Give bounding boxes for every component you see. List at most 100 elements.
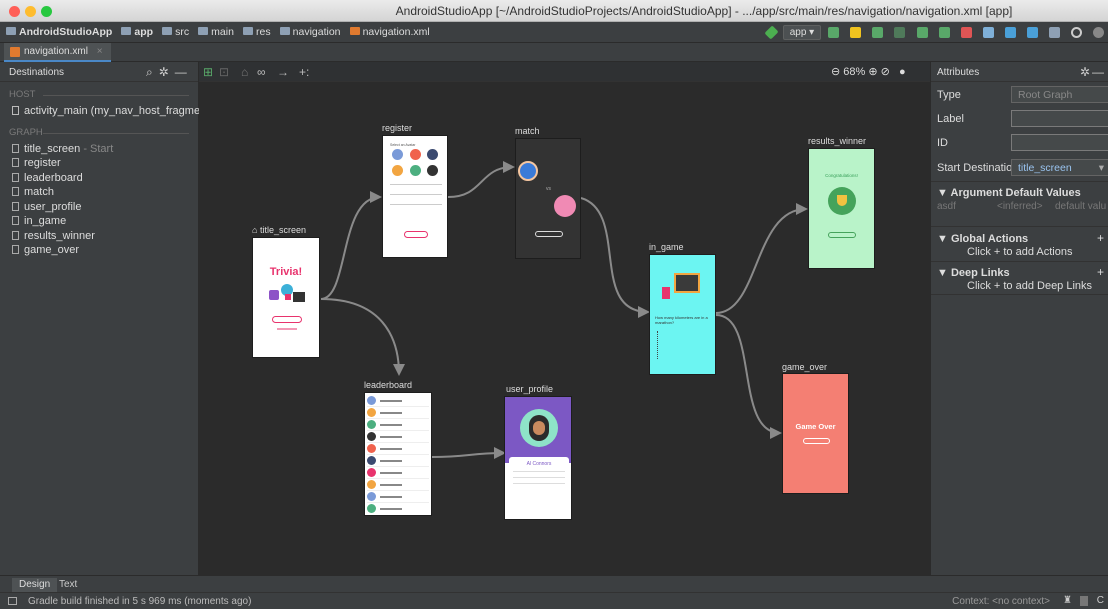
destination-leaderboard[interactable] <box>364 392 432 516</box>
minimize-icon[interactable]: — <box>1092 65 1104 79</box>
destination-results-winner[interactable]: Congratulations! <box>808 148 875 269</box>
answer-options <box>657 331 661 359</box>
xml-file-icon <box>10 47 20 57</box>
destination-register[interactable]: Select an Avatar <box>382 135 448 258</box>
tab-design[interactable]: Design <box>12 578 58 593</box>
breadcrumb-project[interactable]: AndroidStudioApp <box>6 26 112 38</box>
destination-item-results-winner[interactable]: results_winner <box>0 229 198 244</box>
destination-item-match[interactable]: match <box>0 185 198 200</box>
add-global-action-button[interactable]: + <box>1097 231 1104 245</box>
action-leaderboard-to-profile[interactable] <box>431 447 506 460</box>
destination-game-over[interactable]: Game Over <box>782 373 849 494</box>
run-icon[interactable] <box>872 27 884 38</box>
host-section-label: HOST <box>9 89 198 100</box>
action-register-to-match[interactable] <box>447 161 515 198</box>
destination-in-game[interactable]: How many kilometers are in a marathon? <box>649 254 716 375</box>
trophy-icon <box>837 195 847 206</box>
destination-label: game_over <box>24 244 80 256</box>
start-destination-select[interactable]: title_screen ▾ <box>1011 159 1108 176</box>
debug-icon[interactable] <box>894 27 906 38</box>
destinations-header-icons: ⌕ ✲ — <box>146 65 193 80</box>
tool-windows-icon[interactable] <box>8 597 17 605</box>
breadcrumb-src[interactable]: src <box>162 26 189 38</box>
add-deep-link-button[interactable]: + <box>1097 265 1104 279</box>
gear-icon[interactable]: ✲ <box>1080 65 1090 79</box>
git-icon[interactable]: ♜ <box>1063 595 1072 606</box>
breadcrumb-file[interactable]: navigation.xml <box>349 26 430 38</box>
profile-icon[interactable] <box>916 27 928 38</box>
id-input[interactable] <box>1011 134 1108 151</box>
folder-icon <box>6 27 16 35</box>
label-user-profile: user_profile <box>506 384 554 394</box>
argument-default-values-header[interactable]: ▼ Argument Default Values <box>937 187 1081 199</box>
action-ingame-to-winner[interactable] <box>715 203 808 314</box>
build-hammer-icon[interactable] <box>764 25 779 40</box>
destination-title-screen[interactable]: Trivia! <box>252 237 320 358</box>
attach-debugger-icon[interactable] <box>938 27 950 38</box>
editor-mode-tabs: Design Text <box>0 575 1108 593</box>
id-label: ID <box>937 137 948 149</box>
destination-item-register[interactable]: register <box>0 156 198 171</box>
start-destination-value: title_screen <box>1018 162 1072 174</box>
destination-item-leaderboard[interactable]: leaderboard <box>0 171 198 186</box>
attributes-panel: Attributes ✲ — Type Root Graph Label ID … <box>930 62 1108 575</box>
stop-icon[interactable] <box>960 27 972 38</box>
action-title-to-leaderboard[interactable] <box>320 298 405 376</box>
fragment-icon <box>12 230 19 240</box>
destination-label: user_profile <box>24 200 82 213</box>
search-everywhere-icon[interactable] <box>1070 27 1082 38</box>
search-icon[interactable]: ⌕ <box>146 65 153 79</box>
tab-navigation-xml[interactable]: navigation.xml × <box>4 43 111 62</box>
destination-match[interactable]: vs <box>515 138 581 259</box>
destination-item-in-game[interactable]: in_game <box>0 214 198 229</box>
destination-item-user-profile[interactable]: user_profile <box>0 200 198 215</box>
deep-links-hint: Click + to add Deep Links <box>967 280 1093 292</box>
tab-label: navigation.xml <box>24 46 88 57</box>
breadcrumb-res[interactable]: res <box>243 26 271 38</box>
breadcrumb-app[interactable]: app <box>121 26 153 38</box>
deep-links-header[interactable]: ▼ Deep Links <box>937 267 1010 279</box>
global-actions-header[interactable]: ▼ Global Actions <box>937 233 1028 245</box>
breadcrumb-navigation[interactable]: navigation <box>279 26 341 38</box>
folder-icon <box>162 27 173 35</box>
avd-manager-icon[interactable] <box>1004 27 1016 38</box>
attributes-header: Attributes ✲ — <box>931 62 1108 82</box>
project-structure-icon[interactable] <box>1048 27 1060 38</box>
navigation-graph-canvas[interactable]: ⊞ ⊡ ⌂ ∞ → +: ⊖ 68% ⊕ ⊘ ● ⌂ title_screen … <box>199 62 930 575</box>
argument-type: <inferred> <box>997 201 1043 212</box>
destination-item-game-over[interactable]: game_over <box>0 243 198 258</box>
destination-label: results_winner <box>24 229 95 242</box>
apply-changes-icon[interactable] <box>828 27 840 38</box>
folder-icon <box>243 27 253 35</box>
sdk-manager-icon[interactable] <box>1026 27 1038 38</box>
destination-item-title-screen[interactable]: title_screen - Start <box>0 142 198 157</box>
destination-user-profile[interactable]: Al Connors <box>504 396 572 520</box>
action-ingame-to-gameover[interactable] <box>715 314 782 439</box>
argument-default-input[interactable]: default valu <box>1055 201 1106 212</box>
sync-gradle-icon[interactable] <box>982 27 994 38</box>
main-toolbar: app ▾ <box>763 24 1108 41</box>
host-item[interactable]: activity_main (my_nav_host_fragment) <box>0 104 213 119</box>
label-leaderboard: leaderboard <box>364 380 413 390</box>
minimize-icon[interactable]: — <box>175 65 187 79</box>
action-title-to-register[interactable] <box>320 191 382 300</box>
run-configuration-select[interactable]: app ▾ <box>782 25 822 40</box>
player-avatar <box>518 161 538 181</box>
close-tab-icon[interactable]: × <box>97 46 103 57</box>
type-field: Root Graph <box>1011 86 1108 103</box>
user-avatar-icon[interactable] <box>1093 27 1104 38</box>
apply-code-changes-icon[interactable] <box>850 27 862 38</box>
destinations-panel: Destinations ⌕ ✲ — HOST activity_main (my_… <box>0 62 213 575</box>
trivia-heading: Trivia! <box>269 266 303 278</box>
folder-icon <box>279 27 290 35</box>
status-context: Context: <no context> <box>952 596 1050 607</box>
gear-icon[interactable]: ✲ <box>159 65 169 79</box>
destinations-title: Destinations <box>9 67 65 78</box>
label-input[interactable] <box>1011 110 1108 127</box>
profile-face <box>533 421 545 435</box>
tab-text[interactable]: Text <box>52 578 84 593</box>
lock-icon[interactable] <box>1080 596 1088 606</box>
event-log-icon[interactable]: C <box>1097 595 1104 606</box>
breadcrumb-main[interactable]: main <box>198 26 234 38</box>
action-match-to-ingame[interactable] <box>580 197 650 318</box>
